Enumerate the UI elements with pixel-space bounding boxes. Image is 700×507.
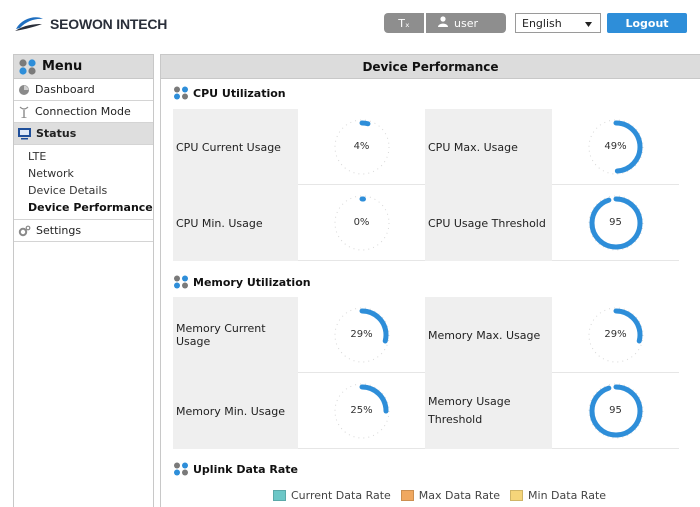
legend-label: Max Data Rate — [418, 489, 501, 502]
gauge-value: 95 — [609, 404, 622, 416]
user-label: user — [454, 16, 478, 30]
gauge-value: 25% — [350, 404, 373, 416]
gauge-value: 29% — [350, 328, 373, 340]
memory-threshold-gauge: 95 — [586, 381, 646, 441]
sidebar-item-label: Dashboard — [35, 83, 95, 96]
cpu-min-cell: 0% — [298, 185, 425, 261]
dashboard-icon — [19, 84, 29, 95]
main-panel: Device Performance CPU Utilization CPU C… — [160, 54, 700, 507]
sidebar-item-label: Connection Mode — [35, 105, 131, 118]
memory-max-cell: 29% — [552, 297, 679, 373]
cpu-max-cell: 49% — [552, 109, 679, 185]
gauge-value: 0% — [353, 216, 370, 228]
section-dots-icon — [174, 462, 188, 476]
clear-format-icon: Tₓ — [398, 16, 410, 30]
user-button[interactable]: user — [426, 13, 506, 33]
menu-header: Menu — [14, 55, 153, 79]
legend-swatch — [510, 490, 524, 501]
uplink-section-title: Uplink Data Rate — [173, 462, 298, 476]
gear-icon — [18, 225, 31, 236]
legend-label: Min Data Rate — [528, 489, 607, 502]
cpu-section-label: CPU Utilization — [193, 86, 286, 100]
sidebar-item-dashboard[interactable]: Dashboard — [14, 79, 153, 101]
gauge-value: 4% — [353, 140, 370, 152]
cpu-current-label: CPU Current Usage — [173, 109, 298, 185]
status-submenu: LTE Network Device Details Device Perfor… — [14, 145, 153, 220]
sidebar-item-connection-mode[interactable]: Connection Mode — [14, 101, 153, 123]
legend-swatch — [273, 490, 286, 501]
cpu-current-cell: 4% — [298, 109, 425, 185]
menu-title: Menu — [42, 59, 83, 74]
sidebar-subitem-device-details[interactable]: Device Details — [28, 182, 153, 199]
clear-format-button[interactable]: Tₓ — [384, 13, 424, 33]
memory-current-label: Memory Current Usage — [173, 297, 298, 373]
sidebar-subitem-network[interactable]: Network — [28, 165, 153, 182]
cpu-grid: CPU Current Usage 4% CPU Max. Usage 49% … — [173, 109, 679, 261]
legend-max-data-rate[interactable]: Max Data Rate — [400, 489, 501, 502]
memory-current-gauge: 29% — [332, 305, 392, 365]
logout-button[interactable]: Logout — [607, 13, 687, 33]
sidebar-item-label: Status — [36, 127, 77, 140]
sidebar-item-label: Settings — [36, 224, 82, 237]
sidebar-item-settings[interactable]: Settings — [14, 220, 153, 242]
memory-current-cell: 29% — [298, 297, 425, 373]
cpu-threshold-cell: 95 — [552, 185, 679, 261]
legend-swatch — [400, 490, 414, 501]
language-selected: English — [522, 16, 562, 30]
logo[interactable]: SEOWON INTECH — [14, 14, 167, 34]
memory-max-label: Memory Max. Usage — [425, 297, 552, 373]
memory-grid: Memory Current Usage 29% Memory Max. Usa… — [173, 297, 679, 449]
memory-min-label: Memory Min. Usage — [173, 373, 298, 449]
memory-min-gauge: 25% — [332, 381, 392, 441]
gauge-value: 49% — [604, 140, 627, 152]
cpu-min-label: CPU Min. Usage — [173, 185, 298, 261]
cpu-max-label: CPU Max. Usage — [425, 109, 552, 185]
memory-min-cell: 25% — [298, 373, 425, 449]
cpu-section-title: CPU Utilization — [173, 86, 286, 100]
antenna-icon — [19, 106, 29, 118]
legend-current-data-rate[interactable]: Current Data Rate — [273, 489, 391, 502]
memory-section-label: Memory Utilization — [193, 275, 311, 289]
header: SEOWON INTECH Tₓ user English Logout — [0, 0, 700, 48]
cpu-max-gauge: 49% — [586, 117, 646, 177]
memory-section-title: Memory Utilization — [173, 275, 311, 289]
sidebar-subitem-device-performance[interactable]: Device Performance — [28, 199, 153, 216]
gauge-value: 29% — [604, 328, 627, 340]
chevron-down-icon — [585, 17, 592, 30]
user-icon — [438, 16, 448, 30]
monitor-icon — [18, 127, 31, 139]
cpu-current-gauge: 4% — [332, 117, 392, 177]
section-dots-icon — [174, 275, 188, 289]
logo-text: SEOWON INTECH — [50, 16, 168, 32]
uplink-legend: Current Data Rate Max Data Rate Min Data… — [273, 489, 616, 502]
sidebar-item-status[interactable]: Status — [14, 123, 153, 145]
memory-threshold-cell: 95 — [552, 373, 679, 449]
cpu-threshold-label: CPU Usage Threshold — [425, 185, 552, 261]
cpu-min-gauge: 0% — [332, 193, 392, 253]
language-select[interactable]: English — [515, 13, 601, 33]
sidebar-subitem-lte[interactable]: LTE — [28, 148, 153, 165]
memory-max-gauge: 29% — [586, 305, 646, 365]
logo-swoosh-icon — [15, 17, 43, 31]
section-dots-icon — [174, 86, 188, 100]
gauge-value: 95 — [609, 216, 622, 228]
legend-min-data-rate[interactable]: Min Data Rate — [510, 489, 606, 502]
memory-threshold-label: Memory Usage Threshold — [425, 373, 552, 449]
cpu-threshold-gauge: 95 — [586, 193, 646, 253]
page-title: Device Performance — [161, 55, 700, 79]
uplink-section-label: Uplink Data Rate — [193, 462, 298, 476]
menu-dots-icon — [19, 58, 36, 75]
legend-label: Current Data Rate — [291, 489, 391, 502]
sidebar: Menu Dashboard Connection Mode Status LT… — [13, 54, 154, 507]
